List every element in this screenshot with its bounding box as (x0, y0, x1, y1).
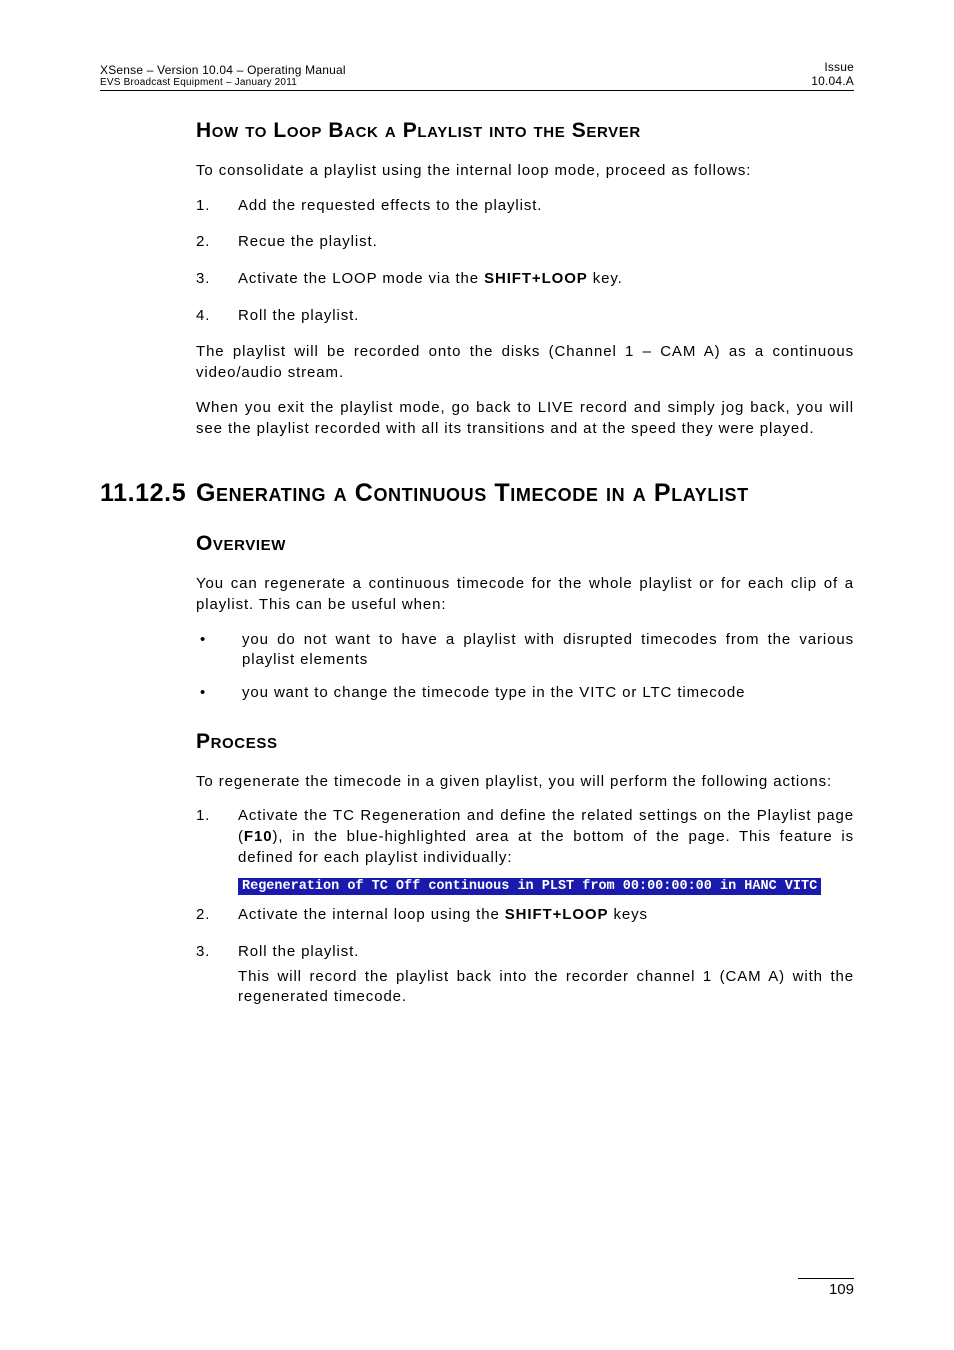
page-number: 109 (829, 1281, 854, 1298)
overview-bullets: • you do not want to have a playlist wit… (196, 630, 854, 704)
step-number: 2. (196, 232, 238, 253)
f10-key: F10 (244, 828, 273, 845)
heading-overview: Overview (196, 532, 854, 556)
step-number: 2. (196, 905, 238, 926)
footer-rule (798, 1278, 854, 1279)
process-step-3: 3. Roll the playlist. (196, 942, 854, 963)
paragraph: When you exit the playlist mode, go back… (196, 398, 854, 439)
heading-number: 11.12.5 (100, 479, 196, 508)
bullet-item: • you do not want to have a playlist wit… (196, 630, 854, 671)
shift-loop-key: SHIFT+LOOP (505, 906, 609, 923)
header-issue-label: Issue (811, 60, 854, 74)
step-text: Roll the playlist. (238, 306, 854, 327)
overview-paragraph: You can regenerate a continuous timecode… (196, 574, 854, 615)
step-text-a: Activate the LOOP mode via the (238, 270, 484, 287)
step-number: 3. (196, 269, 238, 290)
step-text-a: Activate the internal loop using the (238, 906, 505, 923)
step-text: Recue the playlist. (238, 232, 854, 253)
process-step-3-sub: This will record the playlist back into … (238, 967, 854, 1008)
step-number: 3. (196, 942, 238, 963)
page: XSense – Version 10.04 – Operating Manua… (0, 0, 954, 1350)
heading-loop-back: How to Loop Back a Playlist into the Ser… (196, 119, 854, 143)
bullet-text: you do not want to have a playlist with … (242, 630, 854, 671)
steps-loop-back: 1. Add the requested effects to the play… (196, 196, 854, 327)
bullet-text: you want to change the timecode type in … (242, 683, 854, 704)
bullet-item: • you want to change the timecode type i… (196, 683, 854, 704)
heading-process: Process (196, 730, 854, 754)
intro-paragraph: To consolidate a playlist using the inte… (196, 161, 854, 182)
bullet-icon: • (196, 683, 242, 704)
code-strip-text: Regeneration of TC Off continuous in PLS… (238, 878, 821, 895)
paragraph: The playlist will be recorded onto the d… (196, 342, 854, 383)
header-title: XSense – Version 10.04 – Operating Manua… (100, 63, 346, 77)
header-issue-value: 10.04.A (811, 74, 854, 88)
step-1: 1. Add the requested effects to the play… (196, 196, 854, 217)
step-2: 2. Recue the playlist. (196, 232, 854, 253)
process-paragraph: To regenerate the timecode in a given pl… (196, 772, 854, 793)
code-strip: Regeneration of TC Off continuous in PLS… (196, 874, 854, 905)
content: How to Loop Back a Playlist into the Ser… (196, 119, 854, 1008)
step-text-b: ), in the blue-highlighted area at the b… (238, 828, 854, 866)
header-left: XSense – Version 10.04 – Operating Manua… (100, 63, 346, 88)
heading-generating-tc: 11.12.5 Generating a Continuous Timecode… (100, 479, 854, 508)
step-text: Roll the playlist. (238, 942, 854, 963)
step-number: 1. (196, 196, 238, 217)
header-right: Issue 10.04.A (811, 60, 854, 88)
step-text: Activate the LOOP mode via the SHIFT+LOO… (238, 269, 854, 290)
process-step-2: 2. Activate the internal loop using the … (196, 905, 854, 926)
step-number: 1. (196, 806, 238, 868)
process-step-1: 1. Activate the TC Regeneration and defi… (196, 806, 854, 868)
step-text: Activate the internal loop using the SHI… (238, 905, 854, 926)
step-4: 4. Roll the playlist. (196, 306, 854, 327)
step-number: 4. (196, 306, 238, 327)
step-text: Activate the TC Regeneration and define … (238, 806, 854, 868)
shift-loop-key: SHIFT+LOOP (484, 270, 588, 287)
heading-text: Generating a Continuous Timecode in a Pl… (196, 479, 749, 508)
page-footer: 109 (798, 1278, 854, 1298)
step-text-b: key. (588, 270, 623, 287)
step-3: 3. Activate the LOOP mode via the SHIFT+… (196, 269, 854, 290)
steps-process: 1. Activate the TC Regeneration and defi… (196, 806, 854, 1008)
header-subtitle: EVS Broadcast Equipment – January 2011 (100, 77, 346, 88)
step-text-b: keys (608, 906, 648, 923)
bullet-icon: • (196, 630, 242, 671)
page-header: XSense – Version 10.04 – Operating Manua… (100, 60, 854, 91)
step-text: Add the requested effects to the playlis… (238, 196, 854, 217)
